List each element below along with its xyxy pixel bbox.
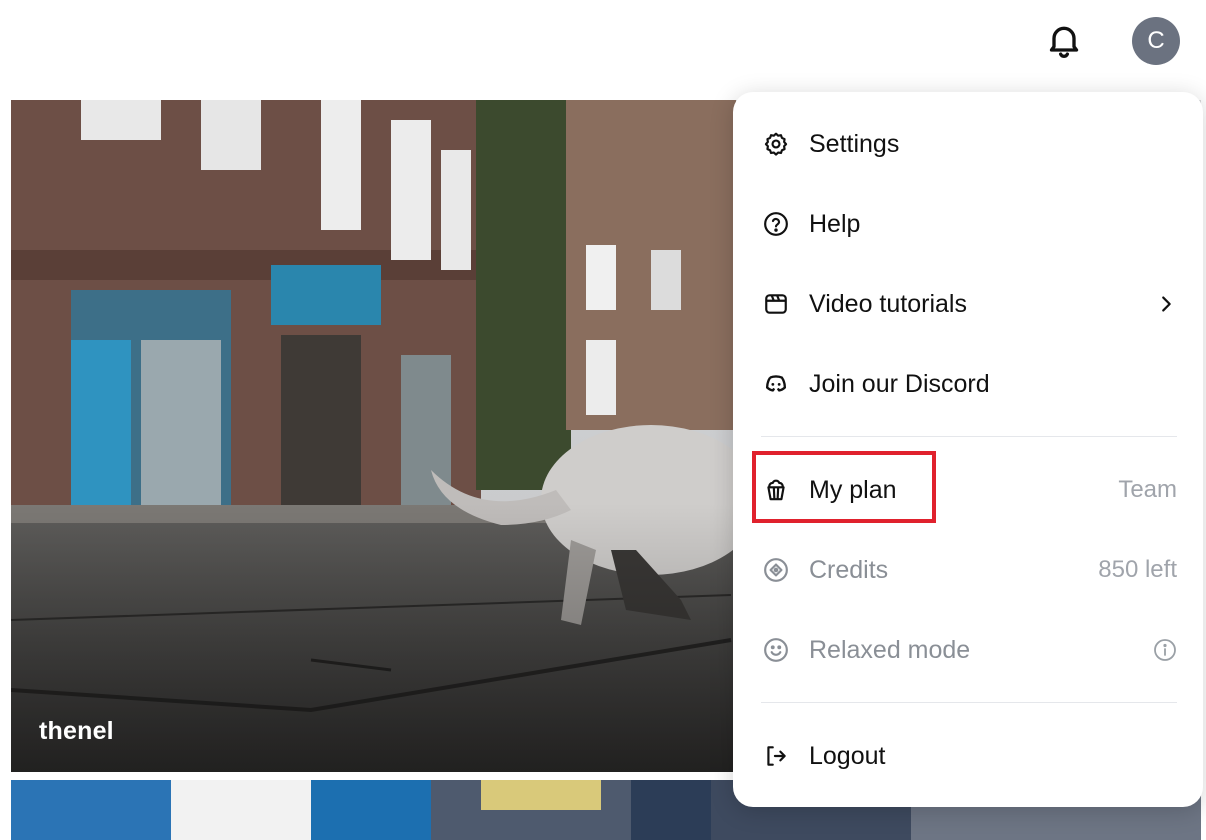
menu-item-label: Help [809, 209, 861, 238]
card-username: thenel [39, 717, 114, 745]
user-avatar[interactable]: C [1132, 17, 1180, 65]
top-bar: C [0, 0, 1206, 84]
menu-item-label: Join our Discord [809, 369, 990, 398]
menu-item-logout[interactable]: Logout [761, 726, 1177, 786]
menu-item-label: Video tutorials [809, 289, 967, 318]
menu-item-label: Logout [809, 741, 886, 770]
user-dropdown-menu: Settings Help Video tutorials Join our D… [733, 92, 1203, 807]
menu-item-video-tutorials[interactable]: Video tutorials [761, 274, 1177, 334]
info-icon[interactable] [1153, 638, 1177, 662]
menu-divider [761, 436, 1177, 437]
chevron-right-icon [1162, 296, 1171, 312]
gear-icon [764, 132, 788, 156]
logout-icon [767, 746, 786, 766]
plan-value: Team [1118, 476, 1177, 503]
discord-icon [765, 375, 787, 392]
menu-item-settings[interactable]: Settings [761, 114, 1177, 174]
bell-icon [1049, 26, 1079, 58]
menu-item-label: Relaxed mode [809, 635, 971, 664]
menu-item-help[interactable]: Help [761, 194, 1177, 254]
highlight-box [752, 451, 936, 523]
menu-divider [761, 702, 1177, 703]
menu-item-label: Credits [809, 555, 889, 584]
notifications-button[interactable] [1040, 16, 1088, 64]
coin-icon [764, 558, 788, 582]
menu-item-discord[interactable]: Join our Discord [761, 354, 1177, 414]
menu-item-label: Settings [809, 129, 900, 158]
menu-item-credits[interactable]: Credits 850 left [761, 540, 1177, 600]
clapperboard-icon [765, 294, 787, 314]
credits-value: 850 left [1098, 556, 1177, 583]
smiley-icon [764, 638, 788, 662]
help-circle-icon [764, 212, 788, 236]
menu-item-relaxed-mode[interactable]: Relaxed mode [761, 620, 1177, 680]
